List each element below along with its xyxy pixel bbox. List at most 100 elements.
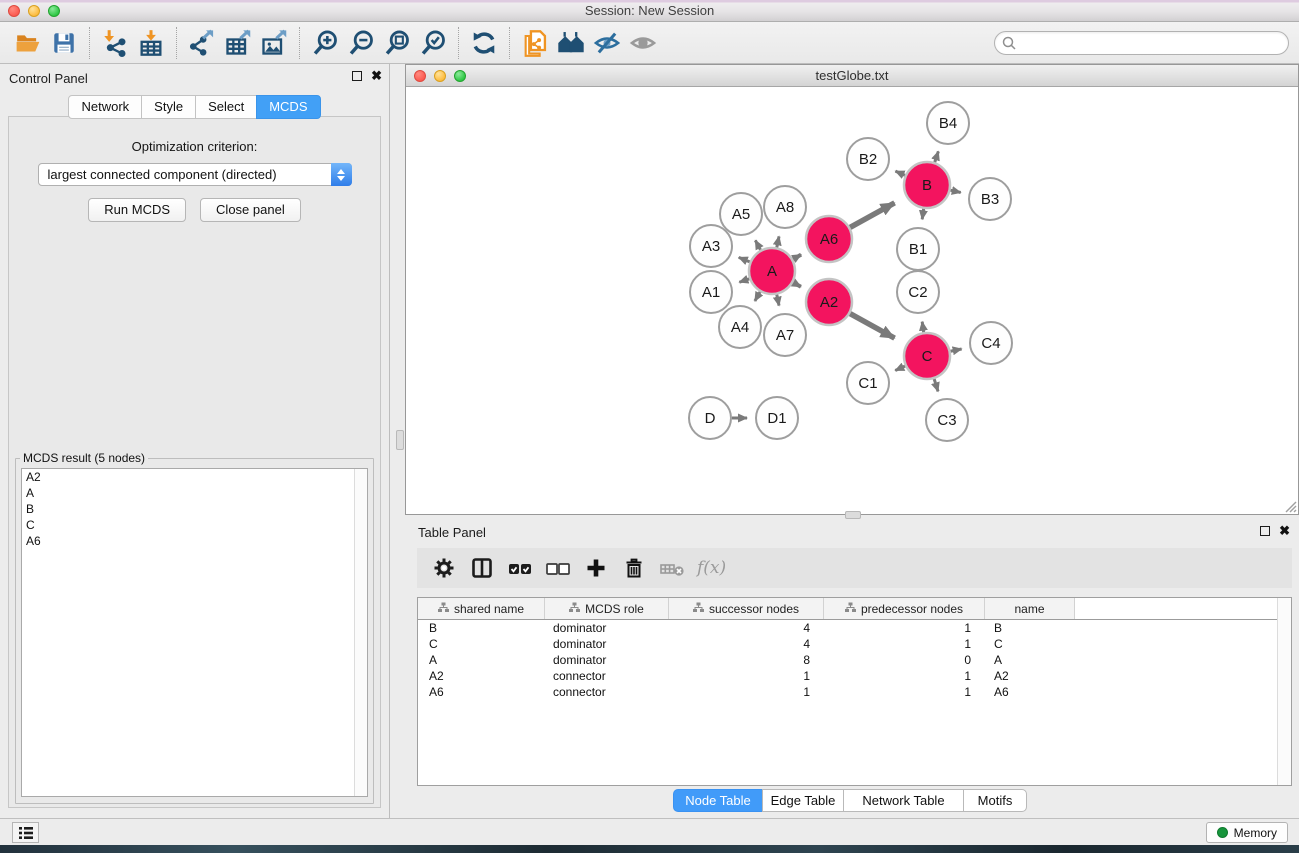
- edge-C-C2[interactable]: [922, 322, 923, 333]
- column-header-successor-nodes[interactable]: successor nodes: [669, 598, 824, 619]
- node-C[interactable]: C: [904, 333, 950, 379]
- table-cell[interactable]: 4: [669, 620, 824, 636]
- network-zoom-button[interactable]: [454, 70, 466, 82]
- edge-C-C3[interactable]: [934, 379, 938, 391]
- table-row[interactable]: A6connector11A6: [418, 684, 1291, 700]
- refresh-icon[interactable]: [466, 26, 502, 60]
- close-panel-icon[interactable]: ✖: [371, 70, 382, 82]
- node-A4[interactable]: A4: [719, 306, 761, 348]
- node-C4[interactable]: C4: [970, 322, 1012, 364]
- export-network-icon[interactable]: [184, 26, 220, 60]
- node-A8[interactable]: A8: [764, 186, 806, 228]
- node-D[interactable]: D: [689, 397, 731, 439]
- deselect-all-columns-icon[interactable]: [541, 552, 575, 584]
- table-cell[interactable]: 1: [824, 684, 985, 700]
- edge-A-A3[interactable]: [739, 257, 750, 262]
- tab-motifs[interactable]: Motifs: [963, 789, 1027, 812]
- edge-A-A5[interactable]: [755, 240, 760, 250]
- close-panel-button[interactable]: Close panel: [200, 198, 301, 222]
- zoom-in-icon[interactable]: [307, 26, 343, 60]
- edge-C-C4[interactable]: [951, 349, 962, 351]
- column-header-shared-name[interactable]: shared name: [418, 598, 545, 619]
- network-close-button[interactable]: [414, 70, 426, 82]
- table-cell[interactable]: 1: [669, 668, 824, 684]
- edge-B-B4[interactable]: [935, 151, 939, 162]
- zoom-window-button[interactable]: [48, 5, 60, 17]
- node-B3[interactable]: B3: [969, 178, 1011, 220]
- node-A6[interactable]: A6: [806, 216, 852, 262]
- open-folder-icon[interactable]: [10, 26, 46, 60]
- run-mcds-button[interactable]: Run MCDS: [88, 198, 186, 222]
- resize-grip-icon[interactable]: [1283, 499, 1297, 513]
- delete-column-trash-icon[interactable]: [617, 552, 651, 584]
- zoom-fit-icon[interactable]: [379, 26, 415, 60]
- mcds-result-item[interactable]: A: [22, 485, 367, 501]
- mcds-result-list[interactable]: A2ABCA6: [21, 468, 368, 797]
- edge-A-A7[interactable]: [777, 295, 779, 306]
- network-canvas[interactable]: B4B2BB3A5A8A6B1A3AA1C2A4A7A2C4CC1C3DD1: [406, 88, 1298, 514]
- mcds-result-item[interactable]: A2: [22, 469, 367, 485]
- zoom-out-icon[interactable]: [343, 26, 379, 60]
- memory-button[interactable]: Memory: [1206, 822, 1288, 843]
- search-field[interactable]: [994, 31, 1289, 55]
- zoom-selected-icon[interactable]: [415, 26, 451, 60]
- table-cell[interactable]: C: [985, 636, 1075, 652]
- table-cell[interactable]: connector: [545, 684, 669, 700]
- table-cell[interactable]: C: [418, 636, 545, 652]
- hide-selected-icon[interactable]: [589, 26, 625, 60]
- table-cell[interactable]: A6: [985, 684, 1075, 700]
- node-D1[interactable]: D1: [756, 397, 798, 439]
- table-cell[interactable]: dominator: [545, 652, 669, 668]
- node-B1[interactable]: B1: [897, 228, 939, 270]
- edge-A2-C[interactable]: [850, 314, 895, 339]
- node-A5[interactable]: A5: [720, 193, 762, 235]
- float-table-panel-icon[interactable]: [1260, 526, 1270, 536]
- node-C3[interactable]: C3: [926, 399, 968, 441]
- export-table-icon[interactable]: [220, 26, 256, 60]
- node-C2[interactable]: C2: [897, 271, 939, 313]
- tab-edge-table[interactable]: Edge Table: [762, 789, 844, 812]
- table-row[interactable]: Adominator80A: [418, 652, 1291, 668]
- edge-B-B1[interactable]: [922, 209, 923, 220]
- edge-A-A6[interactable]: [793, 255, 801, 260]
- node-B2[interactable]: B2: [847, 138, 889, 180]
- table-cell[interactable]: 1: [824, 668, 985, 684]
- column-header-mcds-role[interactable]: MCDS role: [545, 598, 669, 619]
- node-table[interactable]: shared nameMCDS rolesuccessor nodesprede…: [417, 597, 1292, 786]
- table-cell[interactable]: 0: [824, 652, 985, 668]
- show-column-panel-icon[interactable]: [465, 552, 499, 584]
- delete-table-icon[interactable]: [655, 552, 689, 584]
- node-A[interactable]: A: [749, 248, 795, 294]
- mcds-result-item[interactable]: C: [22, 517, 367, 533]
- node-B[interactable]: B: [904, 162, 950, 208]
- create-column-plus-icon[interactable]: [579, 552, 613, 584]
- table-row[interactable]: A2connector11A2: [418, 668, 1291, 684]
- select-all-columns-icon[interactable]: [503, 552, 537, 584]
- tab-network[interactable]: Network: [68, 95, 142, 119]
- import-table-icon[interactable]: [133, 26, 169, 60]
- column-header-name[interactable]: name: [985, 598, 1075, 619]
- first-neighbors-icon[interactable]: [553, 26, 589, 60]
- node-A3[interactable]: A3: [690, 225, 732, 267]
- minimize-window-button[interactable]: [28, 5, 40, 17]
- table-cell[interactable]: dominator: [545, 620, 669, 636]
- clone-network-icon[interactable]: [517, 26, 553, 60]
- table-cell[interactable]: A: [418, 652, 545, 668]
- network-minimize-button[interactable]: [434, 70, 446, 82]
- splitter-grip-vertical[interactable]: [396, 430, 404, 450]
- tab-network-table[interactable]: Network Table: [843, 789, 964, 812]
- import-network-icon[interactable]: [97, 26, 133, 60]
- splitter-grip-horizontal[interactable]: [845, 511, 861, 519]
- edge-A-A2[interactable]: [793, 282, 801, 286]
- tab-style[interactable]: Style: [141, 95, 196, 119]
- tab-select[interactable]: Select: [195, 95, 257, 119]
- float-panel-icon[interactable]: [352, 71, 362, 81]
- mcds-result-item[interactable]: A6: [22, 533, 367, 549]
- export-image-icon[interactable]: [256, 26, 292, 60]
- edge-C-C1[interactable]: [895, 366, 905, 371]
- table-cell[interactable]: 1: [824, 620, 985, 636]
- edge-A6-B[interactable]: [850, 203, 895, 228]
- node-C1[interactable]: C1: [847, 362, 889, 404]
- close-table-panel-icon[interactable]: ✖: [1279, 525, 1290, 537]
- node-A7[interactable]: A7: [764, 314, 806, 356]
